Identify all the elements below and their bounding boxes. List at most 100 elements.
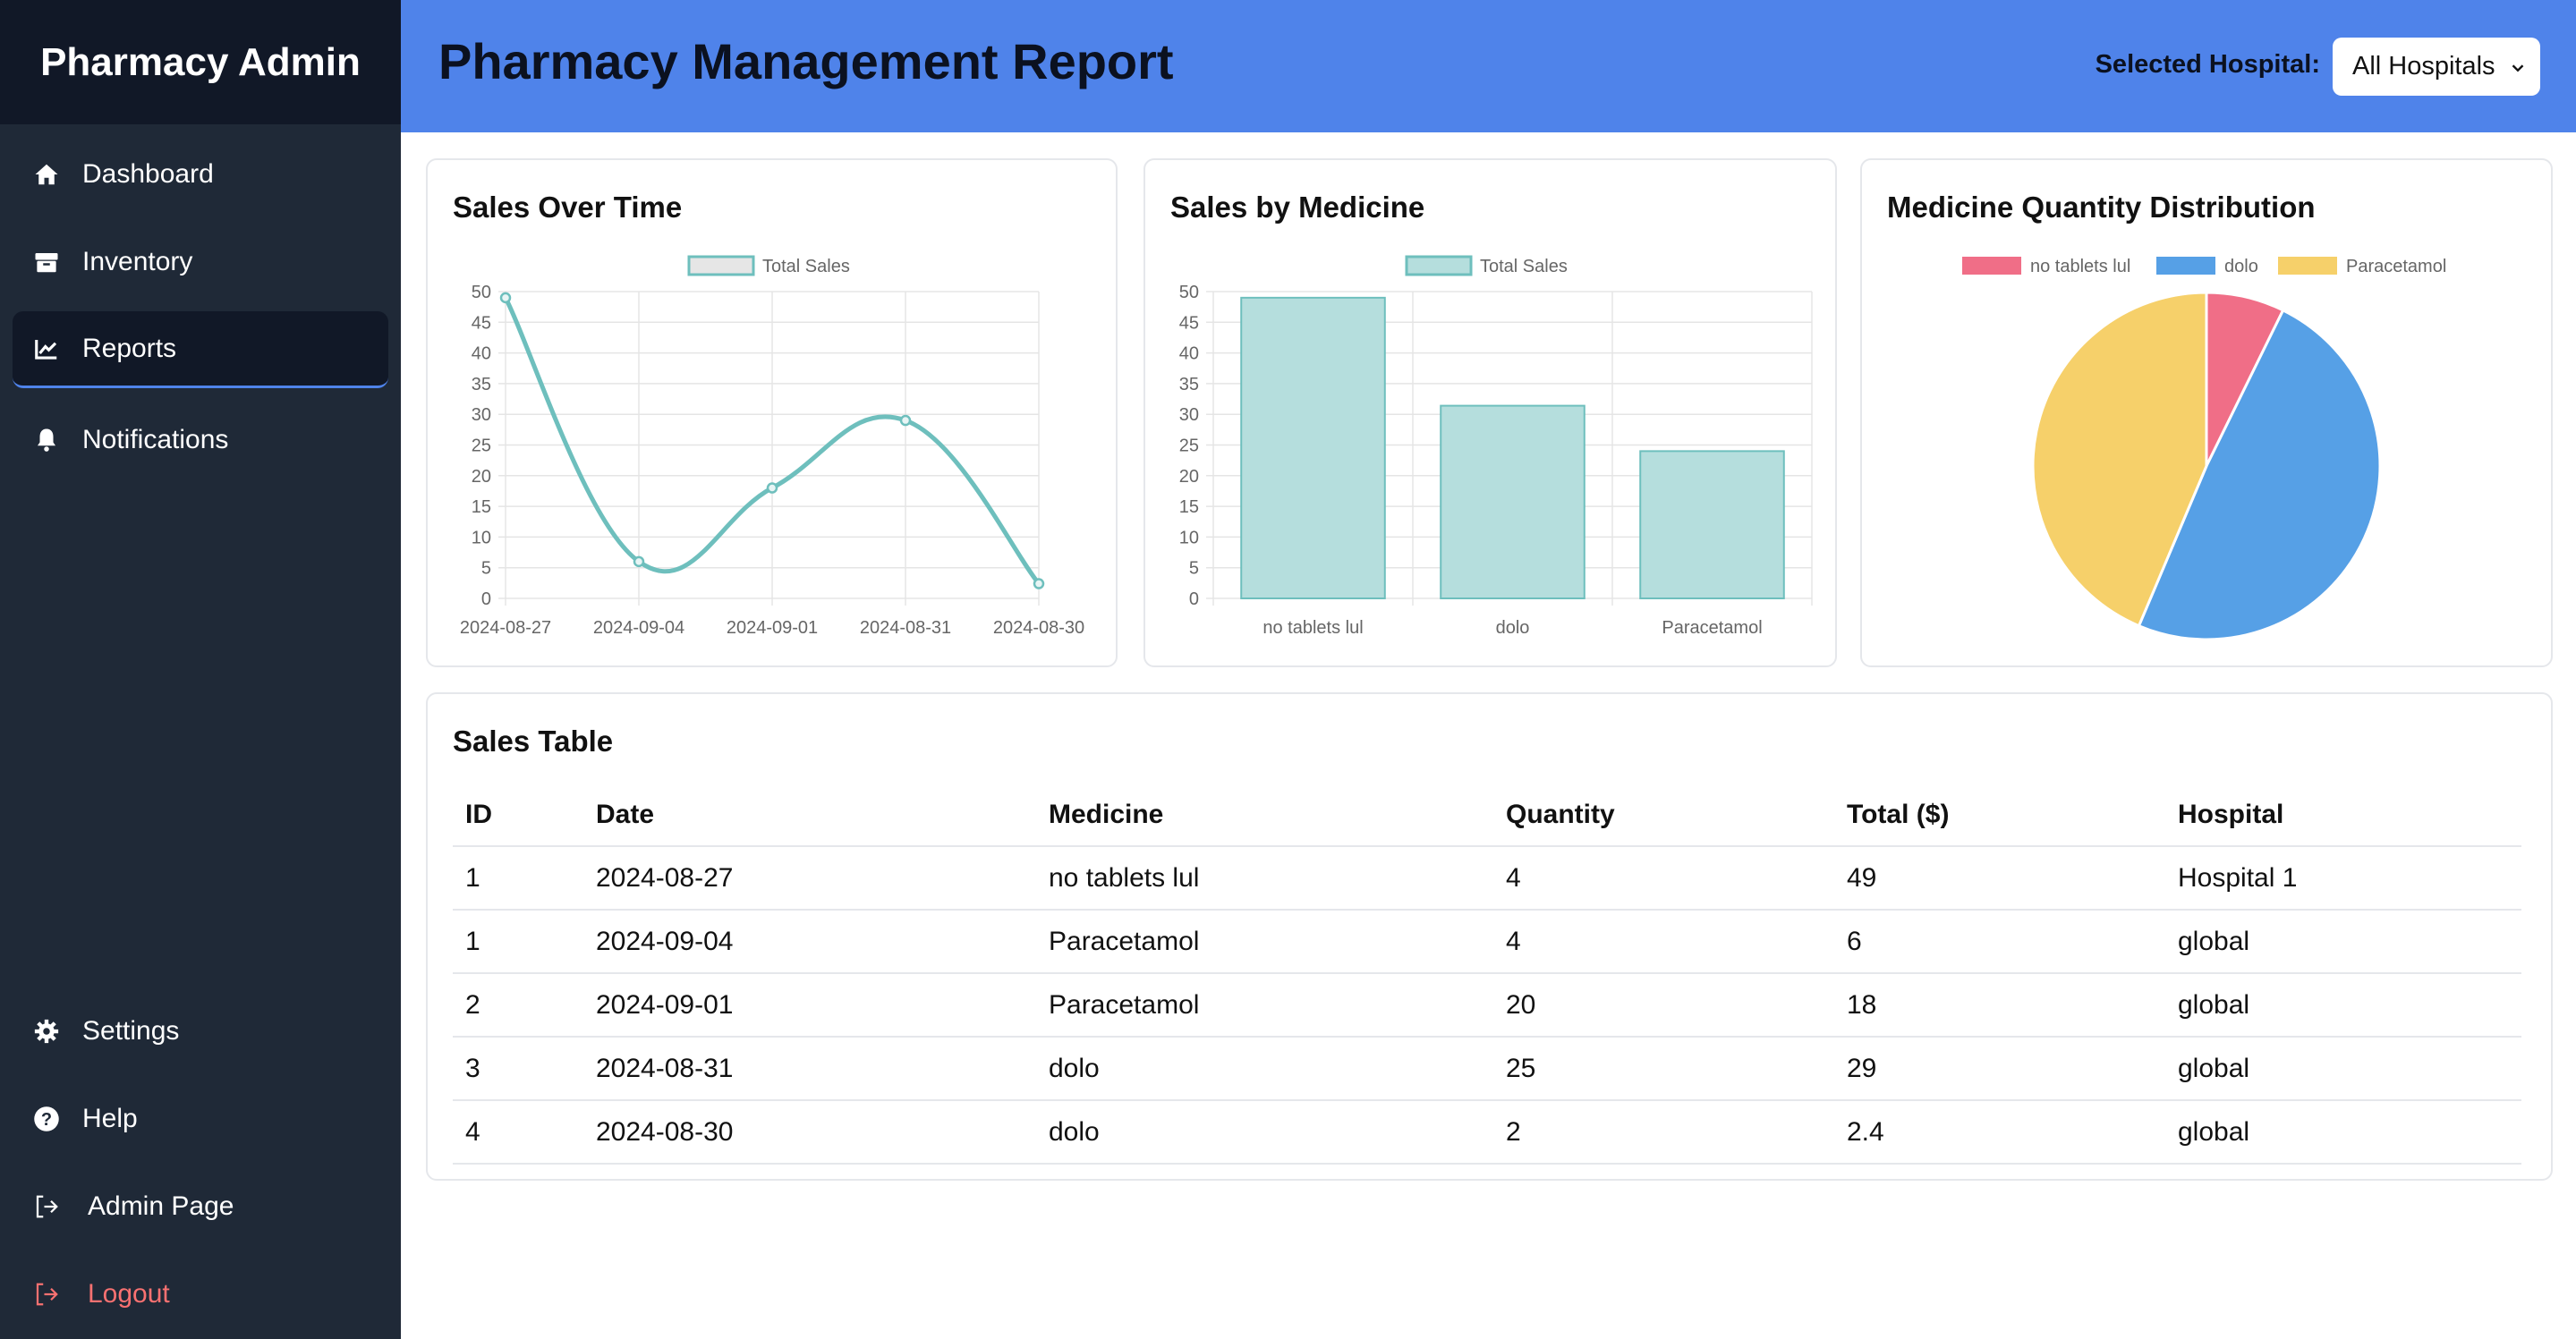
- y-tick-label: 20: [1179, 467, 1199, 487]
- card-title: Sales Table: [453, 725, 614, 758]
- x-tick-label: dolo: [1496, 618, 1530, 638]
- table-cell: 1: [453, 910, 583, 974]
- column-header: Medicine: [1036, 784, 1493, 847]
- table-row: 2 2024-09-01 Paracetamol 20 18 global: [453, 973, 2521, 1038]
- box-icon: [30, 246, 63, 278]
- y-tick-label: 15: [1179, 497, 1199, 517]
- sidebar-item-admin-page[interactable]: Admin Page: [13, 1168, 388, 1245]
- column-header: Quantity: [1493, 784, 1834, 847]
- table-row: 3 2024-08-31 dolo 25 29 global: [453, 1037, 2521, 1101]
- hospital-label: Selected Hospital:: [2095, 50, 2320, 79]
- legend-swatch: [2156, 257, 2215, 275]
- sales-by-medicine-chart: 0 5 10 15 20 25 30 35 40 45 50 no tablets lul dolo Pa…: [1179, 255, 1813, 638]
- sidebar-item-help[interactable]: ? Help: [13, 1081, 388, 1157]
- sales-by-medicine-card: Sales by Medicine 0 5 10 15 20 25 30 35 40 45 50 no…: [1143, 158, 1837, 667]
- table-cell: Paracetamol: [1036, 910, 1493, 974]
- table-cell: 4: [453, 1100, 583, 1165]
- table-header-row: ID Date Medicine Quantity Total ($) Hospital: [453, 784, 2521, 847]
- x-tick-label: 2024-08-31: [860, 618, 951, 638]
- hospital-select[interactable]: All Hospitals: [2333, 38, 2540, 96]
- question-icon: ?: [30, 1103, 63, 1135]
- sidebar-item-reports[interactable]: Reports: [13, 311, 388, 388]
- sidebar-item-inventory[interactable]: Inventory: [13, 224, 388, 301]
- sidebar-item-label: Logout: [88, 1279, 170, 1309]
- table-cell: 20: [1493, 973, 1834, 1038]
- y-tick-label: 50: [472, 283, 491, 302]
- quantity-distribution-card: Medicine Quantity Distribution no tablet…: [1860, 158, 2553, 667]
- sidebar-item-settings[interactable]: Settings: [13, 993, 388, 1070]
- y-tick-label: 30: [1179, 405, 1199, 425]
- table-cell: Paracetamol: [1036, 973, 1493, 1038]
- data-point: [499, 292, 512, 304]
- y-tick-label: 40: [472, 344, 491, 364]
- y-tick-label: 10: [1179, 528, 1199, 547]
- table-cell: global: [2165, 1037, 2521, 1101]
- y-tick-label: 30: [472, 405, 491, 425]
- sales-table: ID Date Medicine Quantity Total ($) Hospital …: [453, 784, 2521, 1165]
- table-cell: 4: [1493, 846, 1834, 911]
- column-header: Hospital: [2165, 784, 2521, 847]
- y-tick-label: 20: [472, 467, 491, 487]
- y-tick-label: 5: [481, 559, 491, 579]
- column-header: ID: [453, 784, 583, 847]
- sidebar-item-label: Dashboard: [82, 159, 214, 189]
- table-cell: 2: [1493, 1100, 1834, 1165]
- table-cell: Hospital 1: [2165, 846, 2521, 911]
- sidebar-item-label: Inventory: [82, 247, 193, 276]
- bar-paracetamol: [1639, 450, 1785, 599]
- data-point: [633, 555, 645, 568]
- sidebar-item-dashboard[interactable]: Dashboard: [13, 136, 388, 213]
- page-title: Pharmacy Management Report: [438, 33, 1174, 89]
- home-icon: [30, 158, 63, 191]
- y-tick-label: 25: [472, 436, 491, 456]
- column-header: Date: [583, 784, 1036, 847]
- sidebar-item-label: Notifications: [82, 425, 229, 454]
- y-tick-label: 15: [472, 497, 491, 517]
- column-header: Total ($): [1834, 784, 2165, 847]
- table-row: 1 2024-09-04 Paracetamol 4 6 global: [453, 910, 2521, 974]
- sales-over-time-card: Sales Over Time 0 5 10 15 20 25 30 35 40 45 50 2024…: [426, 158, 1118, 667]
- legend-swatch: [2278, 257, 2337, 275]
- data-point: [899, 414, 912, 427]
- x-tick-label: 2024-08-27: [460, 618, 551, 638]
- gear-icon: [30, 1015, 63, 1047]
- legend-total-sales-label: Total Sales: [1480, 257, 1568, 276]
- sign-in-icon: [30, 1191, 63, 1223]
- table-cell: 2024-08-31: [583, 1037, 1036, 1101]
- y-tick-label: 0: [1189, 589, 1199, 609]
- table-cell: global: [2165, 1100, 2521, 1165]
- y-tick-label: 5: [1189, 559, 1199, 579]
- table-cell: global: [2165, 973, 2521, 1038]
- x-tick-label: 2024-09-04: [593, 618, 684, 638]
- y-tick-label: 35: [472, 375, 491, 394]
- hospital-select-value: All Hospitals: [2352, 52, 2495, 81]
- table-cell: 2024-08-27: [583, 846, 1036, 911]
- x-tick-label: no tablets lul: [1262, 618, 1363, 638]
- table-cell: 6: [1834, 910, 2165, 974]
- chart-line-icon: [30, 333, 63, 365]
- sidebar-item-logout[interactable]: Logout: [13, 1256, 388, 1333]
- table-row: 4 2024-08-30 dolo 2 2.4 global: [453, 1100, 2521, 1165]
- legend-label: no tablets lul: [2030, 257, 2130, 276]
- table-cell: 18: [1834, 973, 2165, 1038]
- legend-label: dolo: [2224, 257, 2258, 276]
- brand-title: Pharmacy Admin: [0, 0, 401, 124]
- sidebar-item-notifications[interactable]: Notifications: [13, 402, 388, 479]
- data-point: [766, 482, 778, 494]
- table-cell: dolo: [1036, 1037, 1493, 1101]
- legend-label: Paracetamol: [2346, 257, 2446, 276]
- table-cell: 49: [1834, 846, 2165, 911]
- sales-table-card: Sales Table ID Date Medicine Quantity Total …: [426, 692, 2553, 1181]
- bar-no-tablets-lul: [1240, 296, 1386, 600]
- table-cell: global: [2165, 910, 2521, 974]
- table-cell: 2.4: [1834, 1100, 2165, 1165]
- sidebar-item-label: Reports: [82, 333, 177, 363]
- sidebar-item-label: Settings: [82, 1016, 180, 1046]
- legend-total-sales-label: Total Sales: [762, 257, 850, 276]
- bar-dolo: [1440, 404, 1586, 600]
- quantity-distribution-chart: no tablets lul dolo Paracetamol: [1962, 257, 2446, 641]
- x-tick-label: 2024-09-01: [727, 618, 818, 638]
- y-tick-label: 40: [1179, 344, 1199, 364]
- table-cell: 2: [453, 973, 583, 1038]
- legend-total-sales-swatch: [1405, 255, 1473, 276]
